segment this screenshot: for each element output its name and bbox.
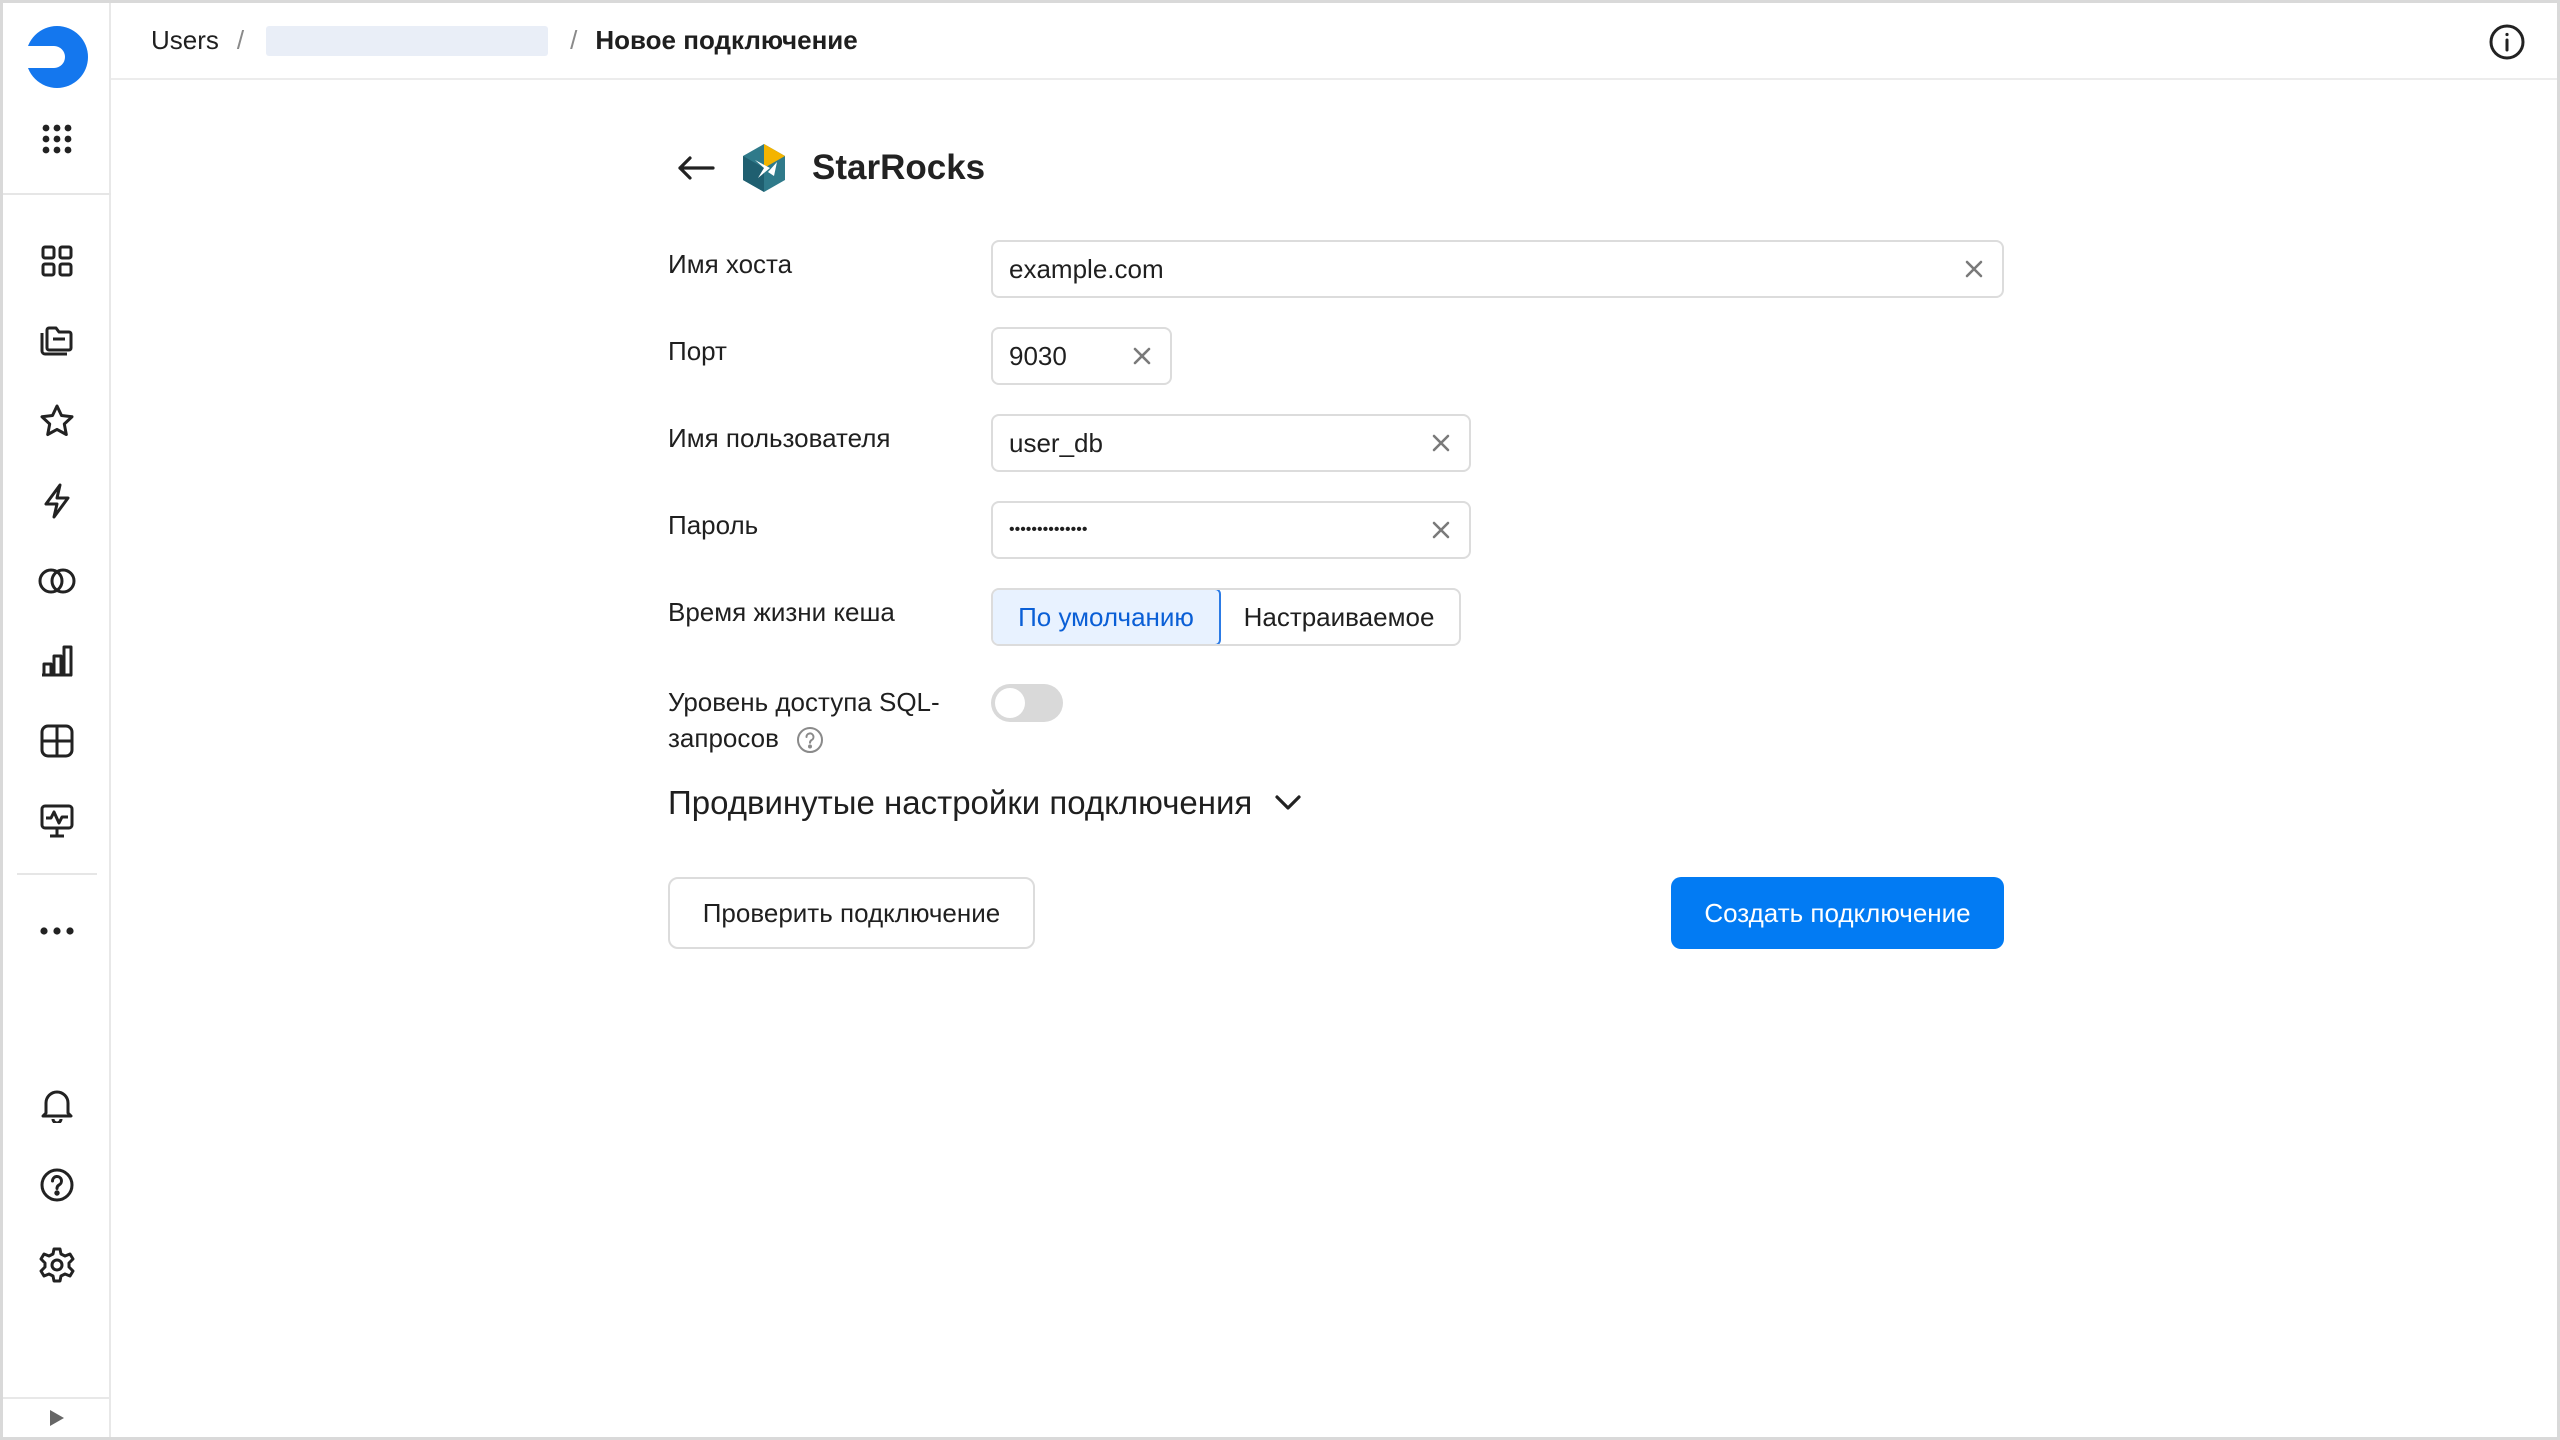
form-row-port: Порт 9030 bbox=[668, 327, 1172, 385]
play-icon bbox=[50, 1410, 64, 1426]
port-value: 9030 bbox=[1009, 340, 1067, 371]
form-row-username: Имя пользователя user_db bbox=[668, 414, 1471, 472]
chevron-down-icon bbox=[1275, 795, 1301, 810]
datasets-icon[interactable] bbox=[3, 549, 111, 613]
clear-icon[interactable] bbox=[1960, 255, 1988, 283]
help-icon[interactable] bbox=[3, 1153, 111, 1217]
sidebar bbox=[3, 3, 111, 1437]
dashboards-icon[interactable] bbox=[3, 709, 111, 773]
clear-icon[interactable] bbox=[1427, 516, 1455, 544]
notifications-icon[interactable] bbox=[3, 1073, 111, 1137]
app-frame bbox=[0, 0, 2560, 1440]
advanced-settings-toggle[interactable]: Продвинутые настройки подключения bbox=[668, 784, 1302, 822]
breadcrumb-separator: / bbox=[236, 25, 245, 55]
port-field[interactable]: 9030 bbox=[991, 327, 1172, 385]
sidebar-divider bbox=[3, 193, 111, 195]
connections-icon[interactable] bbox=[3, 469, 111, 533]
username-value: user_db bbox=[1009, 427, 1103, 458]
info-icon[interactable] bbox=[2487, 22, 2527, 62]
clear-icon[interactable] bbox=[1427, 429, 1455, 457]
password-field[interactable]: •••••••••••••• bbox=[991, 501, 1471, 559]
sidebar-divider bbox=[17, 873, 97, 875]
back-arrow-icon[interactable] bbox=[668, 140, 724, 196]
breadcrumb-separator: / bbox=[570, 25, 578, 55]
sql-access-toggle[interactable] bbox=[991, 684, 1063, 722]
cache-ttl-label: Время жизни кеша bbox=[668, 597, 895, 627]
favorites-icon[interactable] bbox=[3, 389, 111, 453]
settings-icon[interactable] bbox=[3, 1233, 111, 1297]
more-icon[interactable] bbox=[3, 899, 111, 963]
sql-access-label: Уровень доступа SQL- запросов bbox=[668, 684, 991, 756]
page-title: StarRocks bbox=[812, 148, 986, 187]
logo-icon[interactable] bbox=[3, 25, 111, 89]
toggle-knob bbox=[995, 688, 1025, 718]
form-row-hostname: Имя хоста example.com bbox=[668, 240, 2004, 298]
question-icon[interactable] bbox=[796, 726, 824, 754]
charts-icon[interactable] bbox=[3, 629, 111, 693]
username-label: Имя пользователя bbox=[668, 423, 891, 453]
password-value: •••••••••••••• bbox=[1009, 521, 1088, 538]
username-field[interactable]: user_db bbox=[991, 414, 1471, 472]
sql-access-label-line2: запросов bbox=[668, 723, 779, 753]
collections-icon[interactable] bbox=[3, 229, 111, 293]
sql-access-label-line1: Уровень доступа SQL- bbox=[668, 687, 940, 717]
port-label: Порт bbox=[668, 336, 727, 366]
cache-ttl-option-custom[interactable]: Настраиваемое bbox=[1219, 590, 1459, 644]
sidebar-collapse-toggle[interactable] bbox=[3, 1397, 111, 1437]
check-connection-button[interactable]: Проверить подключение bbox=[668, 877, 1035, 949]
workbooks-icon[interactable] bbox=[3, 309, 111, 373]
page-title-row: StarRocks bbox=[668, 138, 985, 198]
hostname-label: Имя хоста bbox=[668, 249, 793, 279]
form-row-cache-ttl: Время жизни кеша По умолчанию Настраивае… bbox=[668, 588, 1461, 646]
breadcrumb-redacted[interactable] bbox=[266, 25, 549, 56]
form-row-password: Пароль •••••••••••••• bbox=[668, 501, 1471, 559]
cache-ttl-segmented-control: По умолчанию Настраиваемое bbox=[991, 588, 1461, 646]
apps-grid-icon[interactable] bbox=[3, 107, 111, 171]
create-connection-button[interactable]: Создать подключение bbox=[1671, 877, 2004, 949]
monitoring-icon[interactable] bbox=[3, 789, 111, 853]
cache-ttl-option-default[interactable]: По умолчанию bbox=[993, 590, 1221, 644]
breadcrumb-current: Новое подключение bbox=[595, 25, 858, 55]
header: Users / / Новое подключение bbox=[111, 3, 2557, 80]
breadcrumb-users[interactable]: Users bbox=[151, 25, 219, 56]
hostname-field[interactable]: example.com bbox=[991, 240, 2004, 298]
advanced-settings-label: Продвинутые настройки подключения bbox=[668, 784, 1253, 821]
starrocks-logo-icon bbox=[743, 144, 785, 192]
form-row-sql-access: Уровень доступа SQL- запросов bbox=[668, 684, 1063, 756]
password-label: Пароль bbox=[668, 510, 759, 540]
hostname-value: example.com bbox=[1009, 253, 1164, 284]
clear-icon[interactable] bbox=[1128, 342, 1156, 370]
